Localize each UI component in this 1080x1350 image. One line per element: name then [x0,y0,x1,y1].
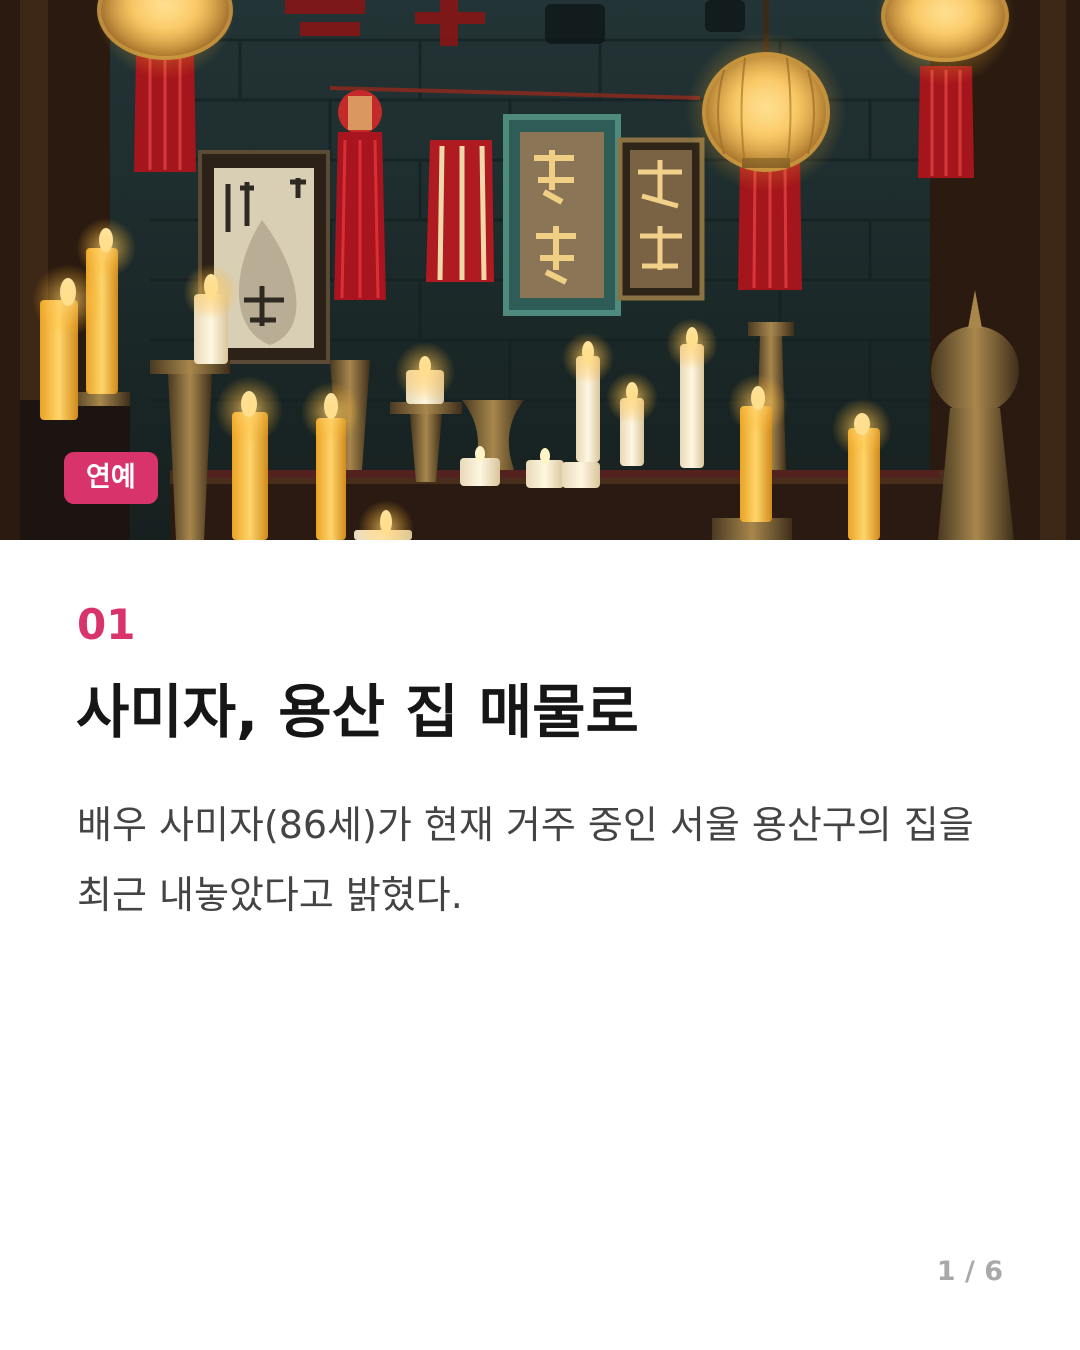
article-body: 배우 사미자(86세)가 현재 거주 중인 서울 용산구의 집을 최근 내놓았다… [77,803,974,917]
category-badge: 연예 [64,452,158,504]
news-card: 연예 01 사미자, 용산 집 매물로 배우 사미자(86세)가 현재 거주 중… [0,0,1080,1350]
headline: 사미자, 용산 집 매물로 [76,678,639,746]
page-indicator: 1 / 6 [936,1256,1003,1287]
hero-image: 연예 [0,0,1080,540]
article-number: 01 [77,600,136,649]
altar-candles-lanterns-image [0,0,1080,540]
